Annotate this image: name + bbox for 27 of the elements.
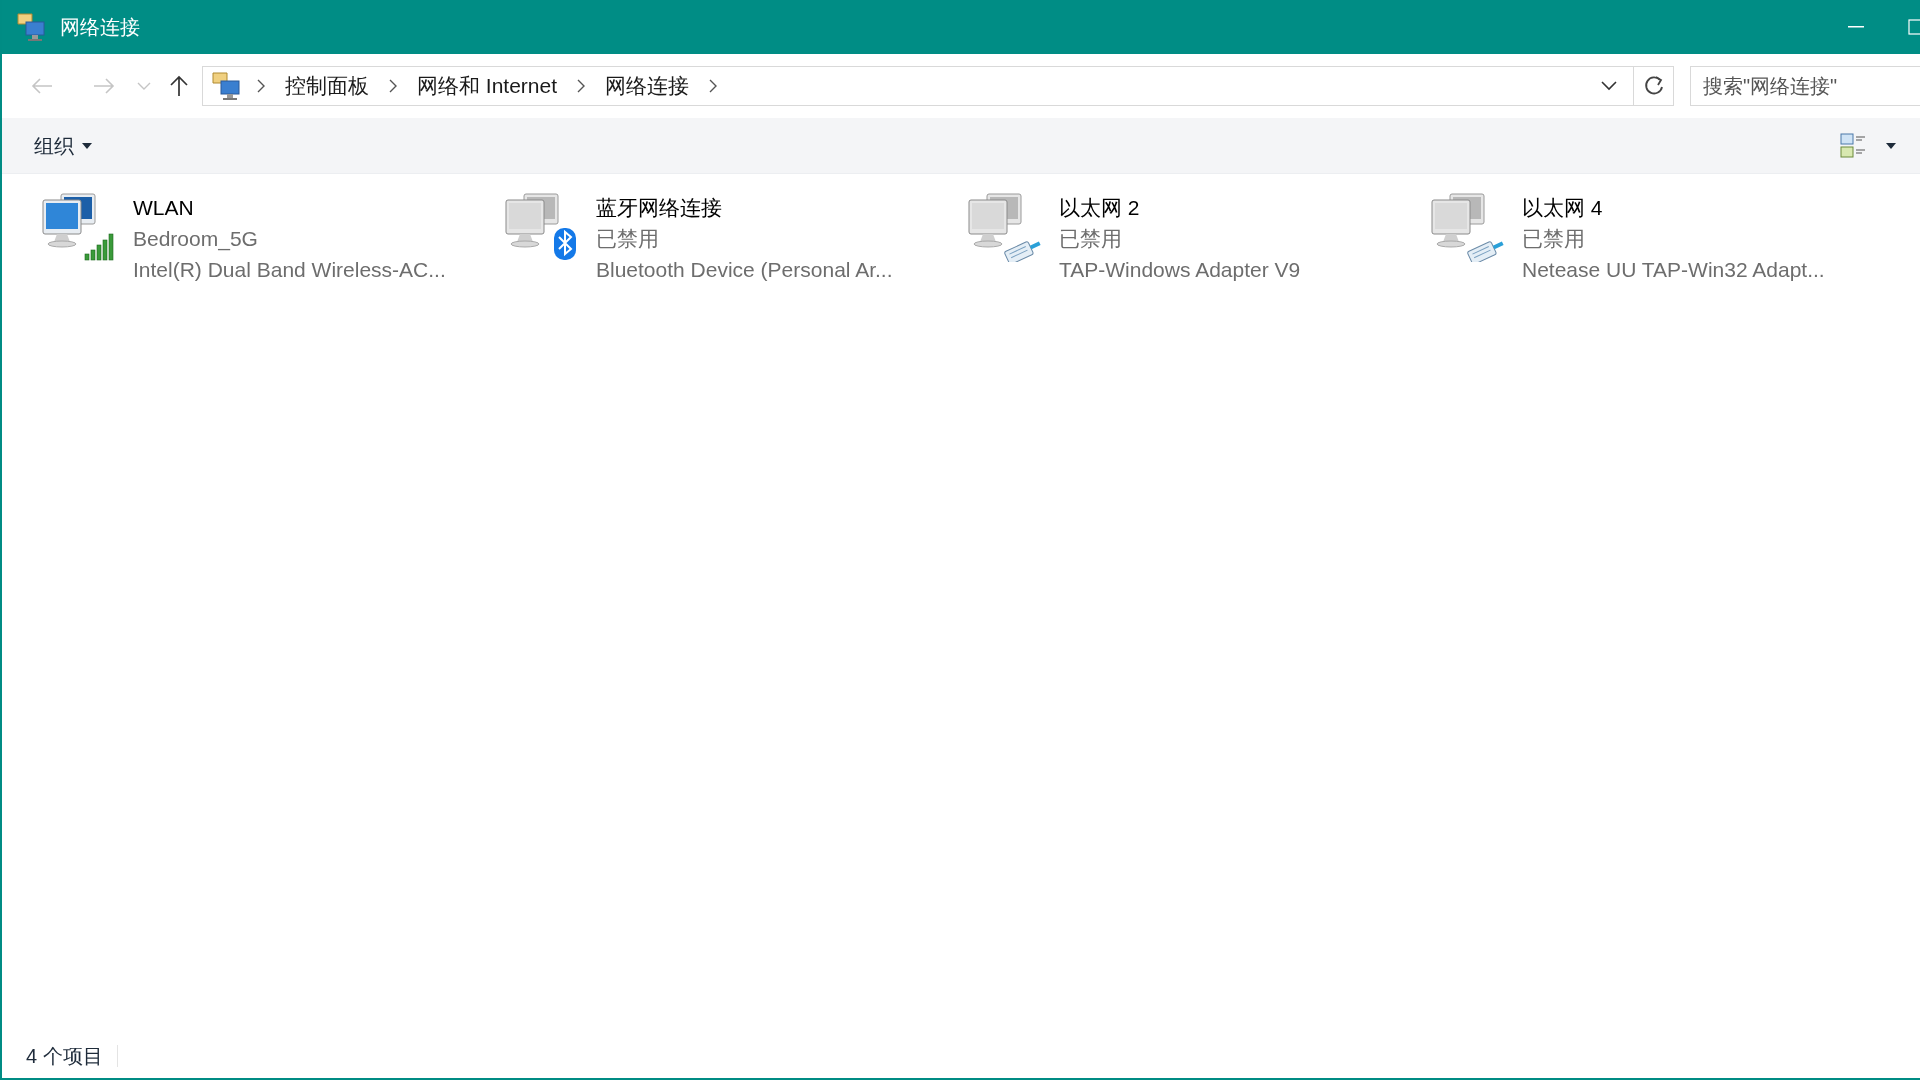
network-connection[interactable]: WLAN Bedroom_5G Intel(R) Dual Band Wireless-AC... xyxy=(35,188,498,289)
caret-icon xyxy=(82,142,92,149)
address-bar[interactable]: 控制面板 网络和 Internet 网络连接 xyxy=(202,66,1674,106)
connection-status: Bedroom_5G xyxy=(133,226,259,253)
device-name: Bluetooth Device (Personal Ar... xyxy=(596,257,893,283)
connection-status: 已禁用 xyxy=(1522,226,1586,252)
minimize-icon[interactable] xyxy=(1848,26,1864,28)
breadcrumb-link[interactable]: 控制面板 xyxy=(277,70,377,102)
window-title: 网络连接 xyxy=(60,15,140,40)
item-count: 4 个项目 xyxy=(26,1044,103,1069)
device-name: TAP-Windows Adapter V9 xyxy=(1059,257,1301,283)
connection-name: 以太网 4 xyxy=(1522,195,1604,221)
connection-name: WLAN xyxy=(133,195,195,221)
connection-status: 已禁用 xyxy=(1059,226,1123,252)
connection-status: 已禁用 xyxy=(596,226,660,252)
view-options-icon[interactable] xyxy=(1840,131,1868,160)
dropdown-icon[interactable] xyxy=(1601,81,1617,91)
organize-button[interactable]: 组织 xyxy=(28,126,98,165)
caret-icon[interactable] xyxy=(1886,142,1896,149)
device-name: Netease UU TAP-Win32 Adapt... xyxy=(1522,257,1825,283)
breadcrumb-link[interactable]: 网络连接 xyxy=(597,70,698,102)
connection-name: 蓝牙网络连接 xyxy=(596,195,723,221)
device-name: Intel(R) Dual Band Wireless-AC... xyxy=(133,257,446,283)
search-field[interactable]: 搜索"网络连接" xyxy=(1690,66,1920,106)
maximize-icon[interactable] xyxy=(1908,19,1920,35)
breadcrumb-link[interactable]: 网络和 Internet xyxy=(409,70,566,102)
connection-name: 以太网 2 xyxy=(1059,195,1141,221)
